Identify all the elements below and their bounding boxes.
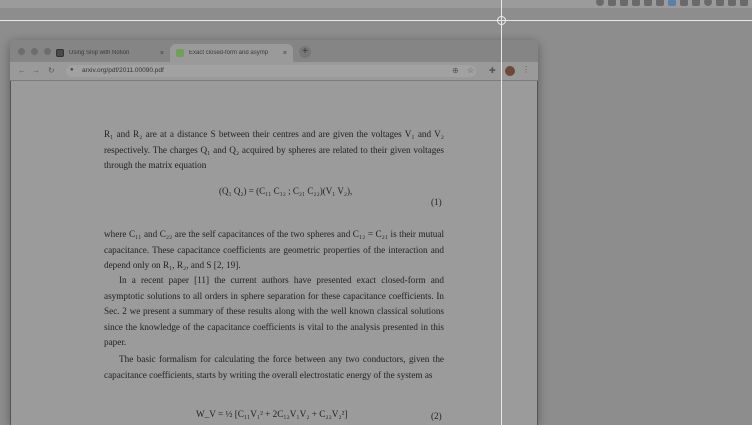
pdf-page: R₁ and R₂ are at a distance S between th… — [10, 81, 538, 425]
app-icon[interactable] — [728, 0, 736, 6]
status-tray — [596, 0, 748, 6]
wifi-icon[interactable] — [740, 0, 748, 6]
new-tab-button[interactable]: + — [299, 46, 311, 58]
app-icon[interactable] — [620, 0, 628, 6]
close-window-button[interactable] — [18, 48, 25, 55]
app-icon[interactable] — [716, 0, 724, 6]
crosshair-cursor — [497, 16, 506, 25]
equation-2: W_V = ½ [C₁₁V₁² + 2C₁₂V₁V₂ + C₂₂V₂²] — [196, 409, 348, 419]
back-button[interactable]: ← — [18, 66, 26, 75]
app-icon[interactable] — [680, 0, 688, 6]
dropbox-icon[interactable] — [668, 0, 676, 6]
profile-avatar[interactable] — [505, 66, 515, 76]
paragraph-2: where C₁₁ and C₂₂ are the self capacitan… — [104, 229, 444, 271]
tab-using-snip[interactable]: Using Snip with Notion × — [50, 44, 170, 62]
lock-icon: ● — [70, 67, 74, 73]
tab-title: Exact closed-form and asymp — [189, 50, 269, 56]
menu-bar — [0, 0, 752, 8]
star-icon[interactable]: ☆ — [467, 66, 474, 75]
extensions-icon[interactable]: ✚ — [489, 66, 496, 75]
tab-strip: Using Snip with Notion × Exact closed-fo… — [10, 40, 538, 62]
menu-icon[interactable]: ⋮ — [522, 65, 530, 74]
address-url[interactable]: arxiv.org/pdf/2011.00090.pdf — [82, 67, 164, 74]
equation-2-number: (2) — [431, 411, 442, 421]
browser-toolbar: ← → ↻ ● arxiv.org/pdf/2011.00090.pdf ⊕ ☆… — [10, 62, 538, 81]
tab-arxiv-pdf[interactable]: Exact closed-form and asymp × — [170, 44, 293, 62]
crosshair-vertical — [501, 0, 502, 425]
reload-button[interactable]: ↻ — [48, 66, 55, 75]
app-icon[interactable] — [656, 0, 664, 6]
app-icon[interactable] — [692, 0, 700, 6]
app-icon[interactable] — [704, 0, 712, 6]
notion-icon — [56, 49, 64, 57]
pdf-viewport[interactable]: R₁ and R₂ are at a distance S between th… — [10, 81, 538, 425]
paragraph-1: R₁ and R₂ are at a distance S between th… — [104, 129, 444, 171]
tab-title: Using Snip with Notion — [69, 50, 130, 56]
equation-1: (Q₁ Q₂) = (C₁₁ C₁₂ ; C₂₁ C₂₂)(V₁ V₂), — [219, 186, 353, 196]
zoom-icon[interactable]: ⊕ — [452, 66, 459, 75]
minimize-window-button[interactable] — [31, 48, 38, 55]
app-icon[interactable] — [632, 0, 640, 6]
paragraph-3: In a recent paper [11] the current autho… — [104, 275, 444, 348]
forward-button[interactable]: → — [32, 66, 40, 75]
tab-close-button[interactable]: × — [283, 50, 287, 57]
window-controls — [18, 48, 51, 55]
app-icon[interactable] — [644, 0, 652, 6]
crosshair-horizontal — [0, 20, 752, 21]
arxiv-icon — [176, 49, 184, 57]
app-icon[interactable] — [608, 0, 616, 6]
tab-close-button[interactable]: × — [160, 50, 164, 57]
browser-window: Using Snip with Notion × Exact closed-fo… — [10, 40, 538, 425]
equation-1-number: (1) — [431, 197, 442, 207]
paragraph-4: The basic formalism for calculating the … — [104, 354, 444, 380]
record-icon[interactable] — [596, 0, 604, 6]
